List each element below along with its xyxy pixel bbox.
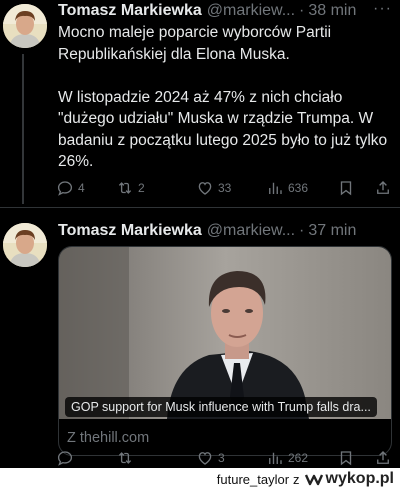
watermark-user[interactable]: future_taylor: [217, 472, 289, 487]
tweet-header: Tomasz Markiewka @markiew... · 38 min ··…: [58, 0, 392, 22]
reply-button[interactable]: [56, 449, 78, 467]
views-count: 636: [288, 181, 309, 195]
like-count: 3: [218, 451, 225, 465]
twitter-feed: Tomasz Markiewka @markiew... · 38 min ··…: [0, 0, 400, 468]
wykop-logo[interactable]: wykop.pl: [304, 470, 394, 488]
link-card[interactable]: GOP support for Musk influence with Trum…: [58, 246, 392, 456]
repost-icon: [118, 452, 132, 464]
timestamp[interactable]: 37 min: [308, 222, 356, 240]
share-icon: [377, 451, 389, 464]
like-button[interactable]: 3: [196, 449, 225, 467]
author-handle[interactable]: @markiew...: [207, 222, 295, 240]
tweet[interactable]: Tomasz Markiewka @markiew... · 37 min GO…: [0, 208, 400, 468]
tweet-text: Mocno maleje poparcie wyborców Partii Re…: [58, 24, 388, 170]
reply-icon: [57, 451, 73, 466]
more-icon[interactable]: ···: [373, 0, 392, 18]
action-bar: 4 2 33 636: [56, 178, 394, 198]
share-button[interactable]: [374, 449, 392, 467]
author-name[interactable]: Tomasz Markiewka: [58, 2, 202, 20]
like-count: 33: [218, 181, 232, 195]
views-count: 262: [288, 451, 309, 465]
article-image[interactable]: [59, 247, 391, 419]
avatar[interactable]: [3, 223, 47, 267]
repost-button[interactable]: [116, 449, 138, 467]
link-domain[interactable]: Z thehill.com: [67, 430, 149, 446]
reply-count: 4: [78, 181, 85, 195]
share-icon: [377, 181, 389, 194]
separator-dot: ·: [299, 2, 305, 19]
views-button[interactable]: 636: [266, 179, 308, 197]
reply-button[interactable]: 4: [56, 179, 85, 197]
bookmark-icon: [340, 181, 352, 196]
bookmark-button[interactable]: [337, 179, 355, 197]
wykop-site: wykop.pl: [325, 470, 394, 487]
like-button[interactable]: 33: [196, 179, 231, 197]
like-icon: [198, 182, 212, 195]
author-handle[interactable]: @markiew...: [207, 2, 295, 20]
author-name[interactable]: Tomasz Markiewka: [58, 222, 202, 240]
repost-icon: [118, 182, 132, 194]
views-icon: [269, 452, 282, 464]
tweet-header: Tomasz Markiewka @markiew... · 37 min: [58, 220, 392, 242]
action-bar: 3 262: [56, 448, 394, 468]
wykop-watermark: future_taylor z wykop.pl: [217, 468, 394, 490]
bookmark-icon: [340, 451, 352, 466]
views-icon: [269, 182, 282, 194]
thread-line: [22, 54, 24, 204]
share-button[interactable]: [374, 179, 392, 197]
repost-count: 2: [138, 181, 145, 195]
bookmark-button[interactable]: [337, 449, 355, 467]
reply-icon: [57, 181, 73, 196]
repost-button[interactable]: 2: [116, 179, 145, 197]
article-caption: GOP support for Musk influence with Trum…: [65, 397, 377, 417]
wykop-logo-icon: [304, 474, 323, 486]
separator-dot: ·: [299, 222, 305, 239]
views-button[interactable]: 262: [266, 449, 308, 467]
avatar[interactable]: [3, 4, 47, 48]
watermark-separator: z: [293, 471, 300, 487]
timestamp[interactable]: 38 min: [308, 2, 356, 20]
tweet[interactable]: Tomasz Markiewka @markiew... · 38 min ··…: [0, 0, 400, 207]
like-icon: [198, 452, 212, 465]
